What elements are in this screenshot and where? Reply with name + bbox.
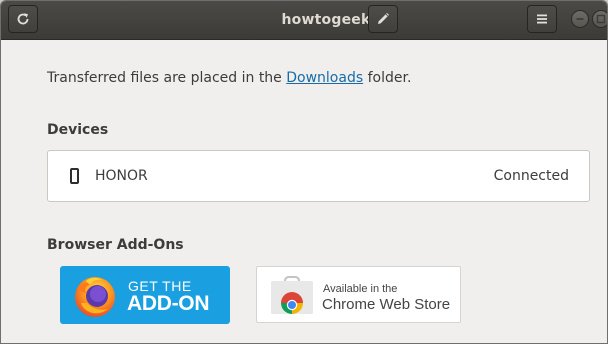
downloads-link[interactable]: Downloads [286, 70, 363, 86]
minimize-icon [576, 18, 584, 20]
info-prefix: Transferred files are placed in the [47, 70, 287, 86]
firefox-logo-icon [75, 277, 115, 317]
refresh-icon [17, 13, 29, 25]
chrome-web-store-icon [271, 276, 313, 314]
browser-addons-heading: Browser Add-Ons [47, 237, 184, 253]
maximize-icon [596, 14, 606, 24]
phone-icon [70, 168, 79, 184]
hamburger-menu-icon [537, 14, 547, 24]
device-row[interactable]: HONOR Connected [48, 151, 589, 201]
menu-button[interactable] [527, 5, 557, 33]
window-title: howtogeek [281, 12, 371, 28]
firefox-addon-line2: ADD-ON [127, 292, 210, 315]
refresh-button[interactable] [8, 5, 38, 33]
minimize-button[interactable] [571, 10, 589, 28]
firefox-addon-button[interactable]: GET THE ADD-ON [60, 266, 230, 324]
devices-list: HONOR Connected [47, 150, 590, 202]
chrome-store-line1: Available in the [323, 283, 398, 295]
transfer-info-text: Transferred files are placed in the Down… [47, 70, 411, 86]
main-content: Transferred files are placed in the Down… [1, 40, 607, 343]
devices-heading: Devices [47, 122, 109, 138]
chrome-web-store-button[interactable]: Available in the Chrome Web Store [256, 266, 461, 323]
chrome-store-line2: Chrome Web Store [322, 296, 451, 313]
header-bar: howtogeek [1, 1, 607, 40]
app-window: howtogeek Transferred files are placed i… [0, 0, 608, 344]
device-status: Connected [493, 168, 569, 184]
info-suffix: folder. [363, 70, 412, 86]
maximize-button[interactable] [592, 10, 607, 28]
pencil-icon [378, 13, 389, 24]
edit-name-button[interactable] [368, 5, 398, 33]
device-name: HONOR [95, 168, 148, 184]
